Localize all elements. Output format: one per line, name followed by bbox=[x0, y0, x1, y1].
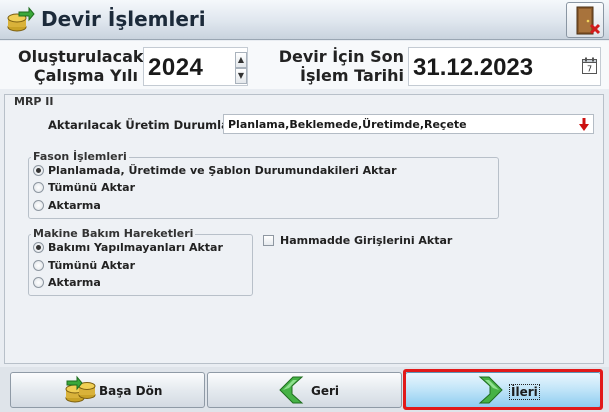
hammadde-label: Hammadde Girişlerini Aktar bbox=[280, 234, 453, 247]
mrp-group-title: MRP II bbox=[14, 95, 54, 108]
dropdown-arrow-icon[interactable] bbox=[577, 117, 591, 132]
date-value[interactable]: 31.12.2023 bbox=[413, 54, 533, 82]
fason-option-3-label: Aktarma bbox=[48, 199, 101, 212]
uretim-durumlari-label: Aktarılacak Üretim Durumları bbox=[48, 118, 239, 132]
radio-button[interactable] bbox=[33, 165, 44, 176]
bakim-option-1-label: Bakımı Yapılmayanları Aktar bbox=[48, 241, 223, 254]
date-field[interactable]: 31.12.2023 7 bbox=[408, 47, 601, 86]
radio-button[interactable] bbox=[33, 242, 44, 253]
exit-button[interactable] bbox=[566, 2, 604, 38]
window-title: Devir İşlemleri bbox=[41, 7, 206, 31]
title-bar: Devir İşlemleri bbox=[0, 0, 609, 40]
uretim-durumlari-value: Planlama,Beklemede,Üretimde,Reçete bbox=[228, 118, 467, 131]
calendar-icon[interactable]: 7 bbox=[582, 57, 597, 74]
geri-label: Geri bbox=[311, 384, 340, 398]
spin-up-button[interactable]: ▲ bbox=[235, 52, 247, 68]
hammadde-checkbox[interactable] bbox=[263, 235, 274, 246]
calendar-day: 7 bbox=[587, 65, 592, 74]
bakim-option-2-label: Tümünü Aktar bbox=[48, 259, 136, 272]
coins-icon bbox=[65, 375, 96, 403]
radio-button[interactable] bbox=[33, 277, 44, 288]
radio-button[interactable] bbox=[33, 260, 44, 271]
fason-option-2-label: Tümünü Aktar bbox=[48, 181, 136, 194]
exit-door-icon bbox=[576, 6, 601, 35]
radio-button[interactable] bbox=[33, 200, 44, 211]
radio-button[interactable] bbox=[33, 182, 44, 193]
date-label: Devir İçin Son İşlem Tarihi bbox=[278, 47, 404, 85]
arrow-left-icon bbox=[279, 376, 304, 404]
year-spinner[interactable]: 2024 ▲ ▼ bbox=[143, 47, 248, 86]
uretim-durumlari-combo[interactable]: Planlama,Beklemede,Üretimde,Reçete bbox=[223, 114, 594, 134]
geri-button[interactable]: Geri bbox=[207, 372, 402, 408]
fason-group-title: Fason İşlemleri bbox=[31, 150, 129, 163]
year-value[interactable]: 2024 bbox=[148, 54, 203, 82]
basa-don-button[interactable]: Başa Dön bbox=[10, 372, 205, 408]
fason-option-1-label: Planlamada, Üretimde ve Şablon Durumunda… bbox=[48, 164, 397, 177]
bakim-group-title: Makine Bakım Hareketleri bbox=[31, 227, 196, 240]
transfer-money-icon bbox=[7, 6, 35, 32]
bakim-option-3-label: Aktarma bbox=[48, 276, 101, 289]
focus-highlight bbox=[403, 369, 603, 410]
spin-down-button[interactable]: ▼ bbox=[235, 68, 247, 84]
year-label: Oluşturulacak Çalışma Yılı bbox=[18, 47, 144, 85]
basa-don-label: Başa Dön bbox=[99, 384, 163, 398]
